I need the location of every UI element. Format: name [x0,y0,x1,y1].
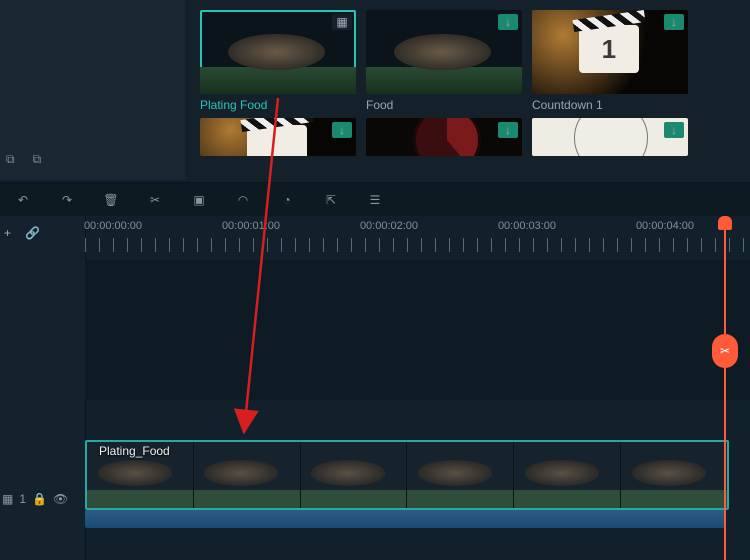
audio-track-1[interactable] [85,510,725,528]
media-library-panel: ⧉ ⧉ ▦ Plating Food ↓ Food 1 ↓ Countdown [0,0,750,180]
media-thumb[interactable]: ▦ [200,10,356,94]
media-thumb[interactable]: ↓ [366,10,522,94]
add-track-icon[interactable]: + [4,226,11,240]
download-badge-icon[interactable]: ↓ [498,122,518,138]
ruler-mark: 00:00:04:00 [636,220,694,232]
tracks-empty-area[interactable] [85,260,750,400]
color-icon[interactable]: ◔ [278,191,296,209]
media-label: Plating Food [200,98,356,112]
media-item-plating-food[interactable]: ▦ Plating Food [200,10,356,112]
export-frame-icon[interactable]: ⇱ [322,191,340,209]
media-label: Food [366,98,522,112]
video-track-header[interactable]: ▦ 1 🔒 👁 [2,492,68,506]
ruler-mark: 00:00:02:00 [360,220,418,232]
crop-icon[interactable]: ▣ [190,191,208,209]
media-item[interactable]: ↓ [532,118,688,156]
download-badge-icon[interactable]: ↓ [664,14,684,30]
video-track-1[interactable]: Plating_Food [85,440,750,508]
ruler-mark: 00:00:00:00 [84,220,142,232]
scissors-icon: ✂ [720,344,730,358]
settings-icon[interactable]: ☰ [366,191,384,209]
lock-icon[interactable]: 🔒 [32,492,47,506]
timeline-clip-plating-food[interactable]: Plating_Food [85,440,729,510]
playhead-handle-icon[interactable] [718,216,732,230]
undo-icon[interactable]: ↶ [14,191,32,209]
media-grid: ▦ Plating Food ↓ Food 1 ↓ Countdown 1 ↓ [200,10,688,156]
media-thumb[interactable]: ↓ [366,118,522,156]
redo-icon[interactable]: ↷ [58,191,76,209]
link-icon[interactable]: 🔗 [25,226,40,240]
track-header-column: + 🔗 ▦ 1 🔒 👁 [0,216,86,560]
library-sidebar: ⧉ ⧉ [0,0,185,180]
media-thumb[interactable]: ↓ [532,118,688,156]
split-clip-button[interactable]: ✂ [712,334,738,368]
media-thumb[interactable]: ↓ [200,118,356,156]
visibility-icon[interactable]: 👁 [53,492,68,506]
speed-icon[interactable]: ◠ [234,191,252,209]
new-folder-icon[interactable]: ⧉ [6,152,15,167]
media-label: Countdown 1 [532,98,688,112]
track-number: 1 [19,492,26,506]
editor-toolbar: ↶ ↷ 🗑 ✂ ▣ ◠ ◔ ⇱ ☰ [0,182,750,218]
time-ruler[interactable]: 00:00:00:00 00:00:01:00 00:00:02:00 00:0… [85,216,750,260]
timeline-panel: + 🔗 ▦ 1 🔒 👁 00:00:00:00 00:00:01:00 00:0… [0,216,750,560]
countdown-number: 1 [579,25,639,73]
ruler-mark: 00:00:01:00 [222,220,280,232]
media-thumb[interactable]: 1 ↓ [532,10,688,94]
ruler-ticks [85,238,750,252]
media-item-countdown-1[interactable]: 1 ↓ Countdown 1 [532,10,688,112]
delete-icon[interactable]: 🗑 [102,191,120,209]
cut-icon[interactable]: ✂ [146,191,164,209]
download-badge-icon[interactable]: ↓ [498,14,518,30]
playhead[interactable]: ✂ [724,216,726,560]
clip-label: Plating_Food [99,444,170,458]
clip-badge-icon: ▦ [332,14,352,30]
download-badge-icon[interactable]: ↓ [664,122,684,138]
download-badge-icon[interactable]: ↓ [332,122,352,138]
ruler-mark: 00:00:03:00 [498,220,556,232]
clip-icon: ▦ [2,492,13,506]
media-item[interactable]: ↓ [366,118,522,156]
media-item[interactable]: ↓ [200,118,356,156]
media-item-food[interactable]: ↓ Food [366,10,522,112]
open-folder-icon[interactable]: ⧉ [33,152,42,167]
